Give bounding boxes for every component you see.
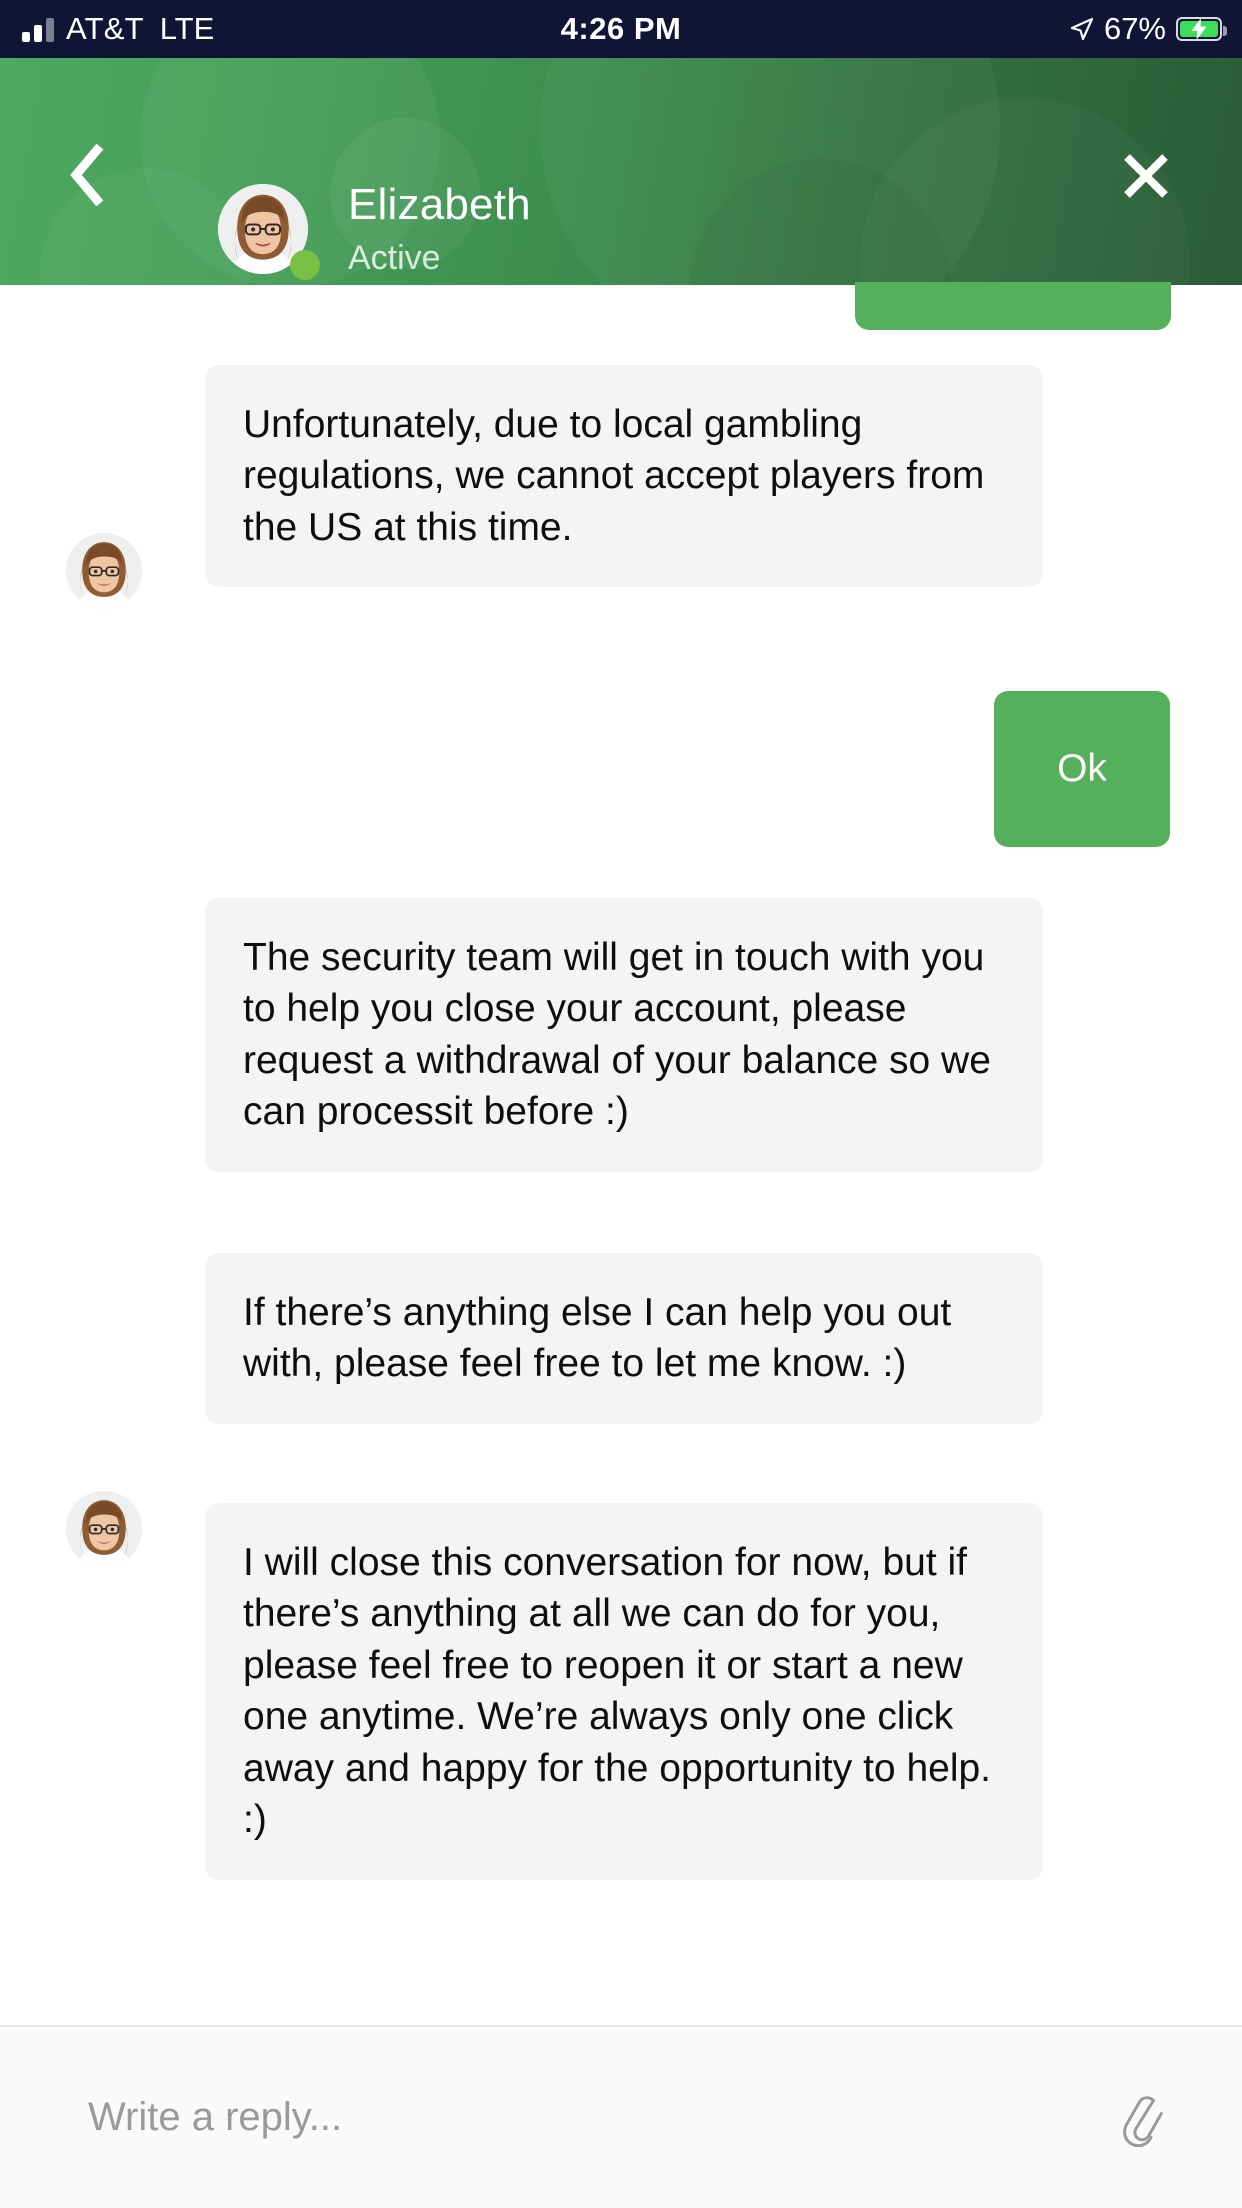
chevron-left-icon bbox=[70, 144, 104, 206]
paperclip-icon bbox=[1123, 2096, 1163, 2147]
battery-percent-label: 67% bbox=[1103, 11, 1166, 46]
back-button[interactable] bbox=[52, 136, 120, 214]
avatar-photo bbox=[66, 1491, 142, 1567]
battery-charging-icon bbox=[1176, 17, 1227, 41]
message-row: Ok bbox=[994, 691, 1170, 847]
message-avatar[interactable] bbox=[66, 533, 142, 609]
reply-composer bbox=[0, 2025, 1242, 2208]
chat-screen: AT&T LTE 4:26 PM 67% Elizabeth Active Un… bbox=[0, 0, 1242, 2208]
message-avatar[interactable] bbox=[66, 1491, 142, 1567]
contact-name: Elizabeth bbox=[348, 180, 531, 229]
message-row: If there’s anything else I can help you … bbox=[205, 1253, 1043, 1424]
message-row: I will close this conversation for now, … bbox=[205, 1503, 1043, 1880]
reply-input[interactable] bbox=[88, 2077, 988, 2157]
message-bubble-incoming[interactable]: Unfortunately, due to local gambling reg… bbox=[205, 365, 1043, 588]
presence-dot bbox=[290, 250, 320, 280]
status-bar: AT&T LTE 4:26 PM 67% bbox=[0, 0, 1242, 58]
attach-button[interactable] bbox=[1104, 2079, 1180, 2155]
message-bubble-partial[interactable] bbox=[855, 282, 1171, 330]
close-x-icon bbox=[1124, 154, 1168, 198]
status-bar-clock: 4:26 PM bbox=[560, 11, 682, 46]
message-bubble-incoming[interactable]: The security team will get in touch with… bbox=[205, 898, 1043, 1172]
close-button[interactable] bbox=[1110, 140, 1182, 212]
location-arrow-icon bbox=[1070, 17, 1094, 41]
message-bubble-incoming[interactable]: If there’s anything else I can help you … bbox=[205, 1253, 1043, 1424]
message-bubble-outgoing[interactable]: Ok bbox=[994, 691, 1170, 847]
contact-status: Active bbox=[348, 239, 441, 277]
status-bar-right: 67% bbox=[1070, 0, 1227, 58]
message-list[interactable]: Unfortunately, due to local gambling reg… bbox=[0, 282, 1242, 2025]
message-row: The security team will get in touch with… bbox=[205, 898, 1043, 1172]
message-row: Unfortunately, due to local gambling reg… bbox=[205, 365, 1043, 588]
chat-header: Elizabeth Active bbox=[0, 58, 1242, 285]
message-bubble-incoming[interactable]: I will close this conversation for now, … bbox=[205, 1503, 1043, 1880]
avatar-photo bbox=[66, 533, 142, 609]
